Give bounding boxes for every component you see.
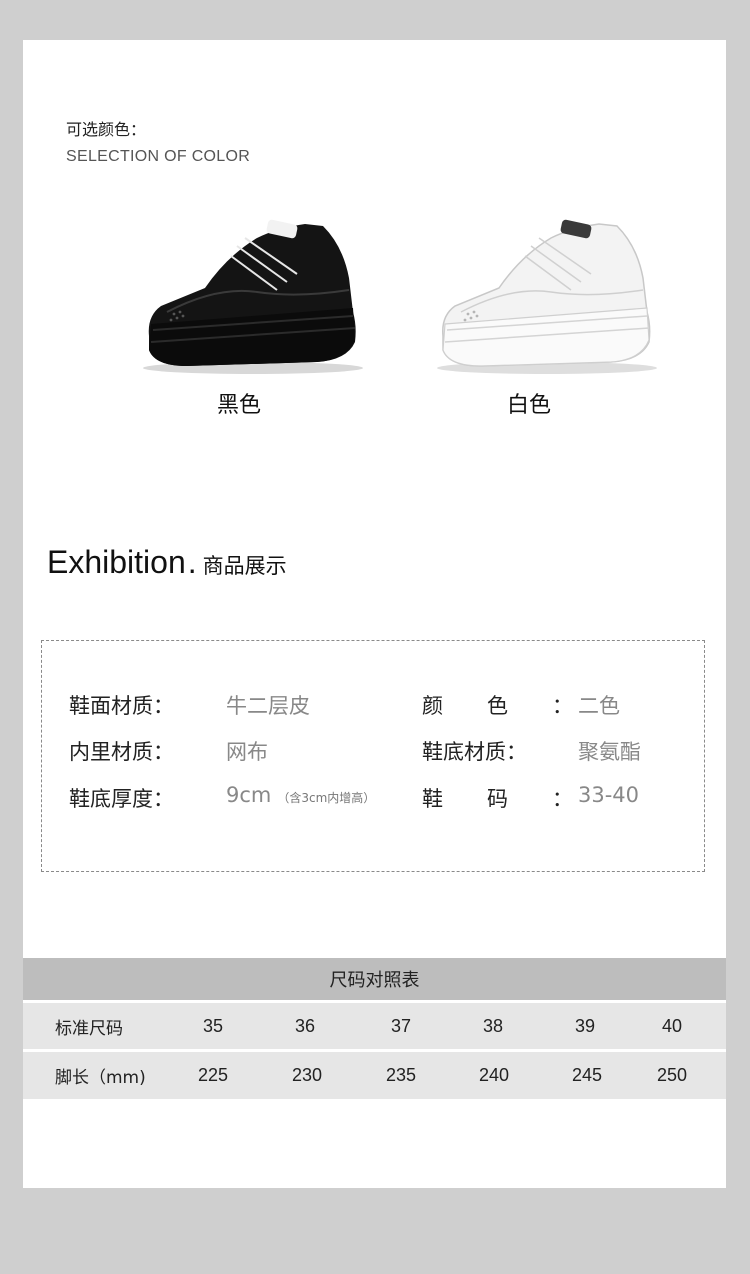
- foot-length-cell: 240: [478, 1065, 510, 1085]
- upper-material-label: 鞋面材质：: [69, 694, 174, 718]
- sole-material-label: 鞋底材质：: [422, 740, 527, 764]
- white-shoe-image[interactable]: [421, 216, 661, 376]
- size-chart-row-standard: 标准尺码 35 36 37 38 39 40: [23, 1003, 726, 1049]
- size-cell: 37: [390, 1015, 412, 1036]
- sole-thickness-value: 9cm: [226, 783, 272, 807]
- size-cell: 40: [661, 1015, 683, 1036]
- black-color-label: 黑色: [216, 393, 261, 418]
- spec-row-1: 鞋面材质： 牛二层皮 颜色： 二色: [42, 690, 704, 720]
- lining-label: 内里材质：: [69, 740, 174, 764]
- color-spec-value: 二色: [578, 694, 620, 718]
- size-cell: 38: [482, 1015, 504, 1036]
- size-spec-value: 33-40: [578, 783, 640, 807]
- color-section-subtitle: SELECTION OF COLOR: [66, 148, 251, 165]
- sole-thickness-label: 鞋底厚度：: [69, 787, 174, 811]
- spec-row-3: 鞋底厚度： 9cm （含3cm内增高） 鞋码： 33-40: [42, 783, 704, 813]
- exhibition-title-cn: 商品展示: [202, 554, 287, 578]
- sole-thickness-note: （含3cm内增高）: [277, 791, 376, 805]
- foot-length-cell: 250: [656, 1065, 688, 1085]
- foot-length-cell: 245: [571, 1065, 603, 1085]
- exhibition-dot: .: [187, 544, 197, 580]
- size-cell: 35: [202, 1015, 224, 1036]
- size-chart-title: 尺码对照表: [23, 958, 726, 1000]
- size-cell: 39: [574, 1015, 596, 1036]
- foot-length-cell: 225: [197, 1065, 229, 1085]
- standard-size-label: 标准尺码: [55, 1018, 123, 1039]
- foot-length-cell: 230: [291, 1065, 323, 1085]
- size-cell: 36: [294, 1015, 316, 1036]
- foot-length-label: 脚长（mm): [55, 1068, 146, 1088]
- lining-value: 网布: [226, 740, 268, 764]
- spec-row-2: 内里材质： 网布 鞋底材质： 聚氨酯: [42, 736, 704, 766]
- exhibition-title-en: Exhibition: [47, 544, 186, 580]
- spec-box: 鞋面材质： 牛二层皮 颜色： 二色 内里材质： 网布 鞋底材质： 聚氨酯 鞋底厚…: [41, 640, 705, 872]
- black-shoe-image[interactable]: [127, 216, 367, 376]
- foot-length-cell: 235: [385, 1065, 417, 1085]
- size-chart-row-foot-length: 脚长（mm) 225 230 235 240 245 250: [23, 1052, 726, 1099]
- color-section-title: 可选颜色：: [66, 120, 147, 139]
- sole-thickness-value-group: 9cm （含3cm内增高）: [226, 783, 375, 807]
- product-detail-card: 可选颜色： SELECTION OF COLOR 黑色 白色 Exhibitio…: [23, 40, 726, 1188]
- upper-material-value: 牛二层皮: [226, 694, 310, 718]
- white-color-label: 白色: [506, 393, 551, 418]
- sole-material-value: 聚氨酯: [578, 740, 641, 764]
- exhibition-heading: Exhibition. 商品展示: [47, 544, 287, 581]
